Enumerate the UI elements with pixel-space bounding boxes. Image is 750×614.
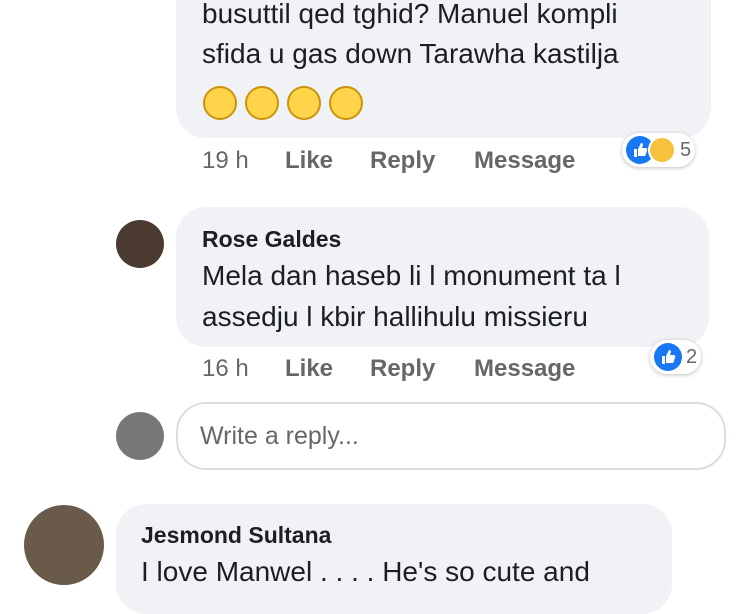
- comment-author[interactable]: Jesmond Sultana: [141, 522, 331, 549]
- like-link[interactable]: Like: [285, 147, 333, 175]
- smiling-emoji-icon: [287, 86, 321, 120]
- avatar[interactable]: [24, 505, 104, 585]
- avatar: [116, 412, 164, 460]
- comment-text-line: assedju l kbir hallihulu missieru: [202, 301, 588, 332]
- message-link[interactable]: Message: [474, 355, 575, 383]
- comment-text-line: Mela dan haseb li l monument ta l: [202, 260, 621, 291]
- comment-author[interactable]: Rose Galdes: [202, 226, 341, 253]
- reaction-summary[interactable]: 2: [650, 340, 702, 374]
- reply-input-placeholder: Write a reply...: [200, 421, 359, 450]
- comment-text-line: I love Manwel . . . . He's so cute and: [141, 556, 590, 587]
- comment-time: 16 h: [202, 355, 249, 382]
- avatar[interactable]: [116, 220, 164, 268]
- reaction-summary[interactable]: 5: [622, 133, 696, 167]
- reply-input[interactable]: Write a reply...: [176, 402, 726, 470]
- comment-time: 19 h: [202, 147, 249, 174]
- like-link[interactable]: Like: [285, 355, 333, 383]
- reaction-count: 5: [680, 138, 692, 161]
- smiley-emoji-icon: [329, 86, 363, 120]
- reply-link[interactable]: Reply: [370, 147, 435, 175]
- comment-text-line: busuttil qed tghid? Manuel kompli: [202, 0, 618, 29]
- comment-text-line: sfida u gas down Tarawha kastilja: [202, 38, 619, 69]
- grinning-emoji-icon: [245, 86, 279, 120]
- emoji-row: [203, 86, 363, 120]
- haha-icon: [648, 136, 676, 164]
- reaction-count: 2: [686, 345, 698, 368]
- laughing-tears-emoji-icon: [203, 86, 237, 120]
- reply-link[interactable]: Reply: [370, 355, 435, 383]
- like-icon: [654, 343, 682, 371]
- message-link[interactable]: Message: [474, 147, 575, 175]
